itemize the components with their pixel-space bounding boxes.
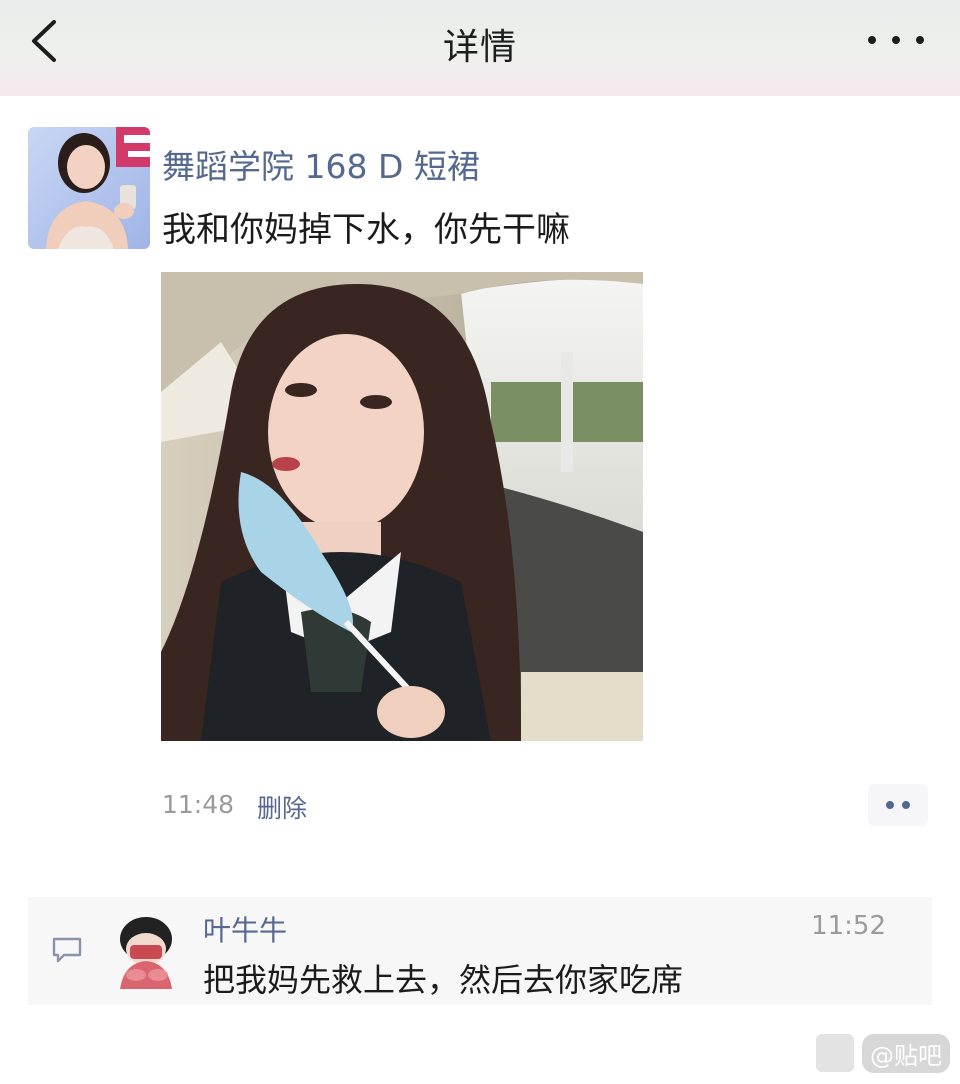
more-options-button[interactable] (868, 22, 924, 58)
more-horizontal-icon-dot (892, 36, 900, 44)
comment-section: 叶牛牛 11:52 把我妈先救上去，然后去你家吃席 (28, 897, 932, 1005)
page-title: 详情 (442, 27, 517, 68)
tieba-watermark: @贴吧 (814, 1032, 950, 1074)
comment-text[interactable]: 把我妈先救上去，然后去你家吃席 (203, 955, 683, 1001)
more-horizontal-icon-dot (868, 36, 876, 44)
post-text: 我和你妈掉下水，你先干嘛 (162, 210, 570, 250)
like-comment-button[interactable] (868, 784, 928, 826)
watermark-logo-icon (814, 1032, 856, 1074)
commenter-name[interactable]: 叶牛牛 (203, 909, 287, 949)
delete-post-link[interactable]: 删除 (257, 789, 307, 825)
post-author-avatar[interactable] (28, 127, 150, 249)
more-horizontal-icon-dot (916, 36, 924, 44)
watermark-text: @贴吧 (862, 1033, 950, 1073)
post-timestamp: 11:48 (162, 790, 235, 819)
comment-timestamp: 11:52 (811, 911, 886, 941)
moments-detail-page: 详情 舞蹈学院 168 D 短裙 我和你妈掉下水，你先干嘛 11:48 删除 叶… (0, 0, 960, 1084)
dots-icon-dot (902, 801, 910, 809)
photo-girl-in-car (161, 272, 643, 741)
dots-icon-dot (886, 801, 894, 809)
avatar-photo (28, 127, 150, 249)
avatar-cartoon (120, 917, 172, 989)
post-author-name[interactable]: 舞蹈学院 168 D 短裙 (162, 140, 480, 188)
comment-bubble-icon (52, 937, 82, 963)
commenter-avatar[interactable] (106, 909, 186, 989)
post-photo[interactable] (161, 272, 643, 741)
top-nav-bar: 详情 (0, 0, 960, 96)
